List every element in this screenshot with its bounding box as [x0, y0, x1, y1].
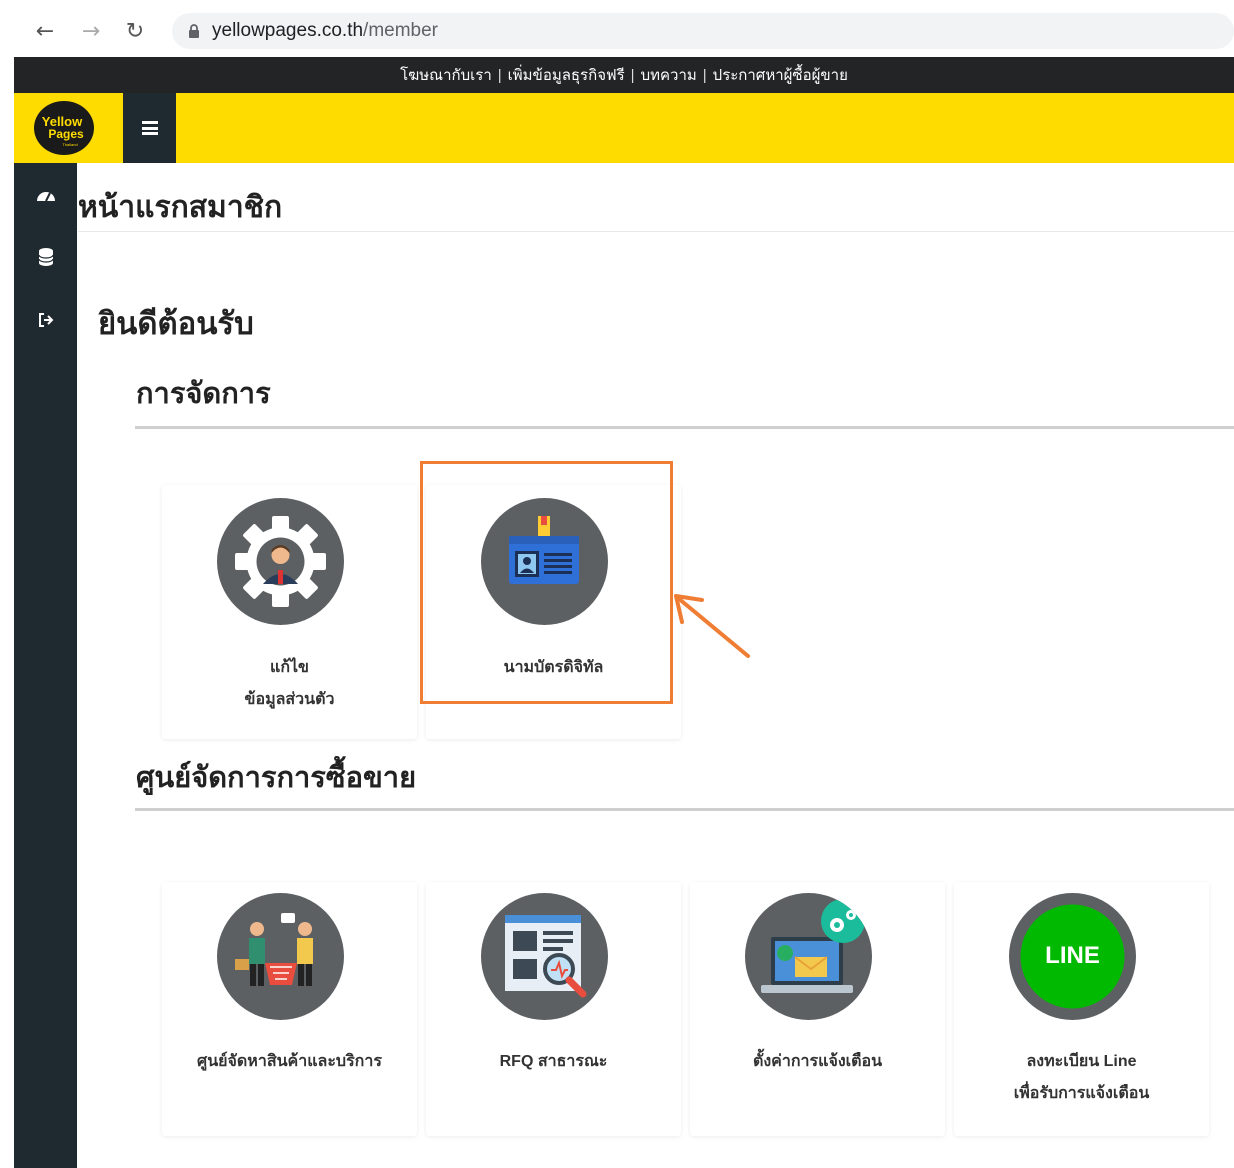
section-divider	[135, 426, 1234, 429]
section-title-trade-center: ศูนย์จัดการการซื้อขาย	[136, 762, 417, 794]
separator: |	[630, 66, 635, 84]
dashboard-icon[interactable]	[36, 185, 56, 205]
page-title: หน้าแรกสมาชิก	[78, 191, 283, 224]
card-public-rfq[interactable]: RFQ สาธารณะ	[426, 882, 681, 1136]
highlight-box	[420, 461, 673, 704]
address-bar[interactable]: yellowpages.co.th/member	[172, 13, 1234, 49]
logo-text-thailand: Thailand	[62, 142, 77, 147]
section-divider	[135, 808, 1234, 811]
separator: |	[497, 66, 502, 84]
card-sourcing-center[interactable]: ศูนย์จัดหาสินค้าและบริการ	[162, 882, 417, 1136]
database-icon[interactable]	[36, 247, 56, 267]
sidebar	[14, 163, 77, 1168]
logo-text-pages: Pages	[48, 127, 84, 141]
link-articles[interactable]: บทความ	[637, 63, 701, 87]
card-label: ศูนย์จัดหาสินค้าและบริการ	[197, 1053, 382, 1070]
arrow-right-icon[interactable]: →	[78, 18, 104, 44]
browser-toolbar: ← → ↻ yellowpages.co.th/member	[14, 8, 1234, 55]
card-label: ตั้งค่าการแจ้งเตือน	[752, 1053, 883, 1070]
link-advertise[interactable]: โฆษณากับเรา	[396, 63, 496, 87]
card-notification-settings[interactable]: ตั้งค่าการแจ้งเตือน	[690, 882, 945, 1136]
menu-toggle-button[interactable]	[123, 93, 176, 163]
pointer-arrow-icon	[674, 594, 750, 658]
site-header: Yellow Pages Thailand	[14, 93, 1234, 163]
card-label: RFQ สาธารณะ	[499, 1053, 608, 1070]
card-label: ข้อมูลส่วนตัว	[244, 691, 335, 708]
yellow-pages-logo[interactable]: Yellow Pages Thailand	[32, 99, 96, 157]
buyers-sellers-icon	[217, 893, 344, 1020]
lock-icon	[189, 24, 199, 38]
logout-icon[interactable]	[36, 310, 56, 330]
url-path: /member	[363, 20, 439, 41]
card-line-registration[interactable]: LINE ลงทะเบียน Line เพื่อรับการแจ้งเตือน	[954, 882, 1209, 1136]
link-add-business[interactable]: เพิ่มข้อมูลธุรกิจฟรี	[504, 63, 629, 87]
line-icon: LINE	[1009, 893, 1136, 1020]
link-buyer-seller[interactable]: ประกาศหาผู้ซื้อผู้ขาย	[709, 63, 852, 87]
section-title-management: การจัดการ	[136, 378, 271, 410]
url-domain: yellowpages.co.th	[212, 20, 364, 41]
welcome-heading: ยินดีต้อนรับ	[98, 306, 254, 341]
card-label: ลงทะเบียน Line	[1026, 1053, 1137, 1070]
divider	[78, 231, 1234, 232]
notification-laptop-icon	[745, 893, 872, 1020]
reload-icon[interactable]: ↻	[122, 18, 148, 44]
card-edit-profile[interactable]: แก้ไข ข้อมูลส่วนตัว	[162, 485, 417, 739]
rfq-document-icon	[481, 893, 608, 1020]
separator: |	[702, 66, 707, 84]
card-label: แก้ไข	[270, 659, 309, 676]
arrow-left-icon[interactable]: ←	[32, 18, 58, 44]
line-badge-text: LINE	[1045, 942, 1100, 969]
hamburger-icon	[141, 121, 158, 135]
card-label: เพื่อรับการแจ้งเตือน	[1013, 1085, 1150, 1102]
top-link-strip: โฆษณากับเรา | เพิ่มข้อมูลธุรกิจฟรี | บทค…	[14, 57, 1234, 93]
profile-gear-icon	[217, 498, 344, 625]
